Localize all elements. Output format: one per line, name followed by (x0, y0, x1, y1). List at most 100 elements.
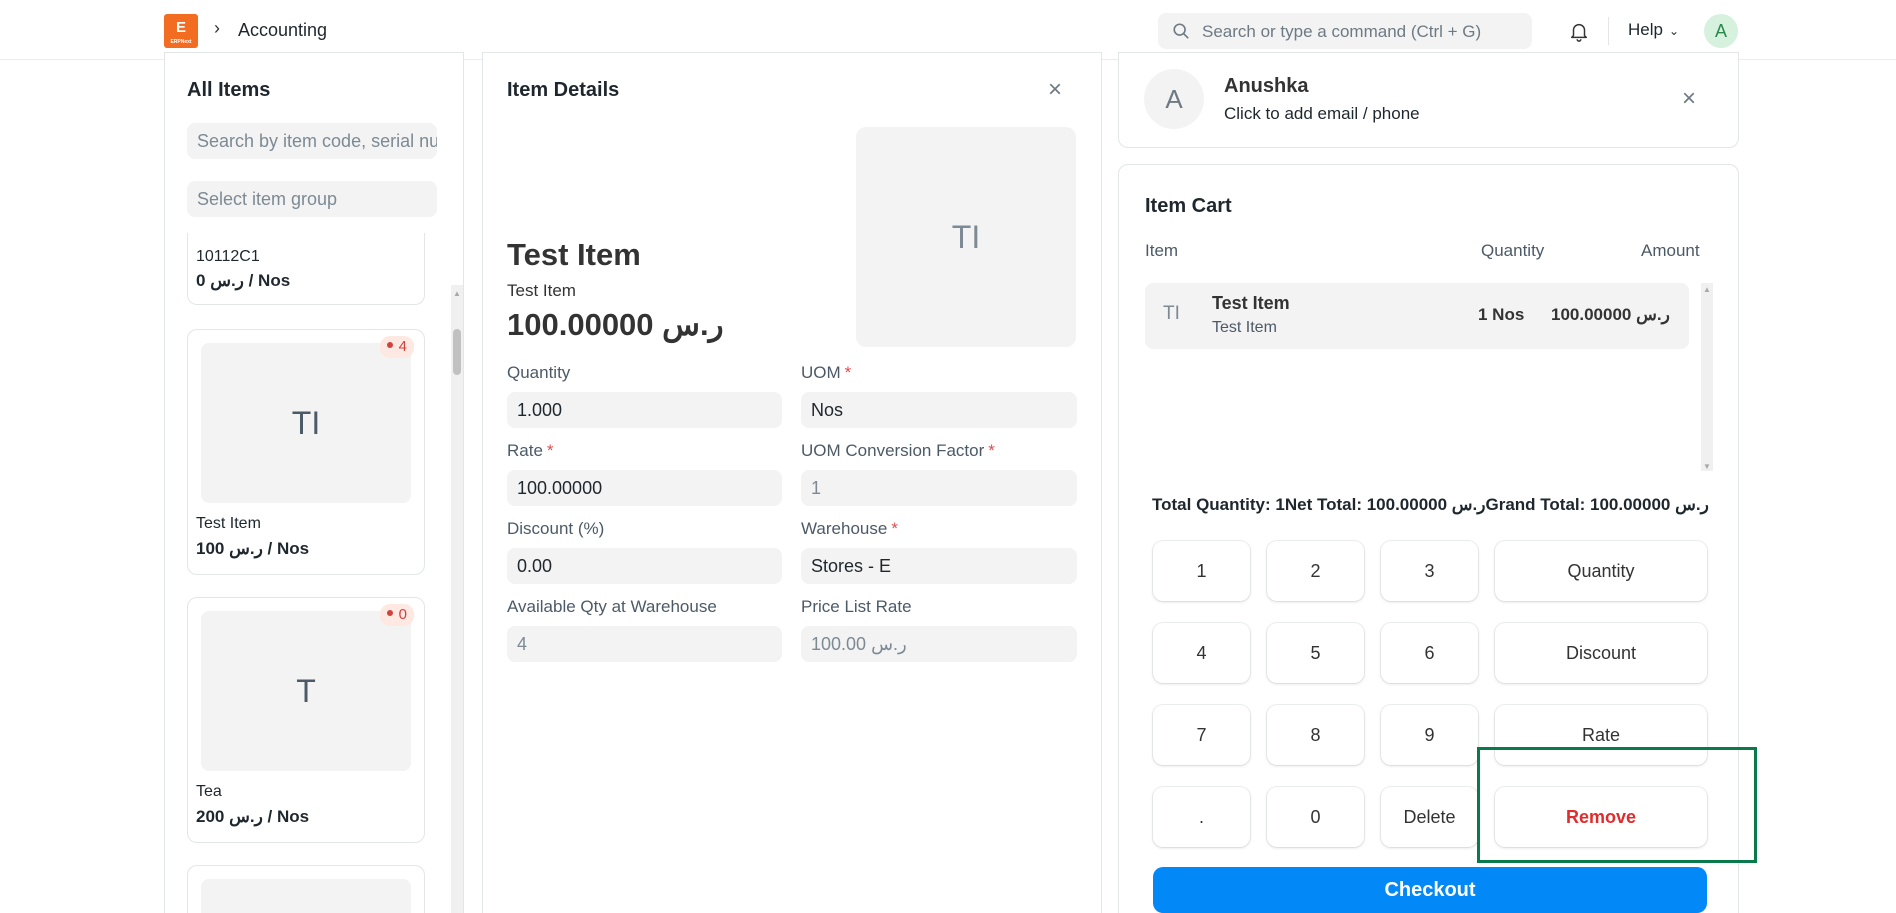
stock-dot-icon (386, 610, 393, 617)
numpad-6-button[interactable]: 6 (1381, 623, 1478, 683)
close-icon[interactable]: × (1048, 78, 1062, 102)
item-card-name: Test Item (196, 515, 261, 532)
price-list-rate-label: Price List Rate (801, 597, 912, 616)
discount-input[interactable]: 0.00 (507, 548, 782, 584)
delete-button[interactable]: Delete (1381, 787, 1478, 847)
item-card-image: T (201, 611, 411, 771)
customer-avatar: A (1144, 69, 1204, 129)
uom-input[interactable]: Nos (801, 392, 1077, 428)
numpad-dot-button[interactable]: . (1153, 787, 1250, 847)
item-card-image: TI (201, 343, 411, 503)
app-logo[interactable]: E ERPNext (164, 14, 198, 48)
numpad-4-button[interactable]: 4 (1153, 623, 1250, 683)
item-card[interactable]: 10112C1 0 ر.س / Nos (187, 233, 425, 305)
help-dropdown[interactable]: Help ⌄ (1628, 20, 1679, 40)
navbar: E ERPNext › Accounting Search or type a c… (0, 0, 1896, 60)
cart-row-qty: 1 Nos (1478, 305, 1525, 324)
cart-row-initials: TI (1163, 303, 1180, 324)
navbar-divider (1608, 17, 1609, 45)
numpad-3-button[interactable]: 3 (1381, 541, 1478, 601)
quantity-label: Quantity (507, 363, 571, 382)
items-panel-title: All Items (187, 79, 271, 101)
item-card-name: Tea (196, 783, 222, 800)
discount-mode-button[interactable]: Discount (1495, 623, 1707, 683)
uom-label-text: UOM (801, 363, 841, 382)
numpad-7-button[interactable]: 7 (1153, 705, 1250, 765)
numpad-1-button[interactable]: 1 (1153, 541, 1250, 601)
scroll-up-arrow-icon[interactable]: ▲ (1703, 285, 1711, 294)
required-mark: * (988, 441, 995, 460)
cart-col-item: Item (1145, 241, 1179, 260)
quantity-input[interactable]: 1.000 (507, 392, 782, 428)
item-card[interactable] (187, 865, 425, 913)
item-card[interactable]: T 0 Tea 200 ر.س / Nos (187, 597, 425, 843)
scroll-up-arrow-icon[interactable]: ▲ (453, 289, 461, 298)
item-image: TI (856, 127, 1076, 347)
item-name-heading: Test Item (507, 237, 641, 272)
logo-letter: E (175, 19, 186, 36)
user-avatar[interactable]: A (1704, 14, 1738, 48)
uom-conversion-input[interactable]: 1 (801, 470, 1077, 506)
item-cart-title: Item Cart (1145, 195, 1232, 217)
cart-row-name: Test Item (1212, 293, 1290, 313)
numpad-9-button[interactable]: 9 (1381, 705, 1478, 765)
item-search-input[interactable]: Search by item code, serial number or ba… (187, 123, 437, 159)
item-card-name: 10112C1 (196, 248, 260, 265)
customer-panel[interactable]: A Anushka Click to add email / phone × (1118, 52, 1739, 148)
available-qty-label: Available Qty at Warehouse (507, 597, 717, 616)
stock-count: 4 (398, 338, 407, 355)
required-mark: * (844, 363, 852, 382)
item-details-title: Item Details (507, 79, 620, 101)
warehouse-input[interactable]: Stores - E (801, 548, 1077, 584)
rate-label: Rate * (507, 441, 554, 461)
cart-scrollbar[interactable]: ▲ ▼ (1701, 283, 1713, 471)
search-icon (1173, 23, 1189, 39)
stock-badge: 0 (379, 604, 414, 626)
required-mark: * (546, 441, 554, 460)
warehouse-label-text: Warehouse (801, 519, 888, 538)
item-details-panel: Item Details × TI Test Item Test Item 10… (482, 52, 1102, 913)
cart-totals: Total Quantity: 1Net Total: 100.00000 ر.… (1152, 495, 1709, 514)
rate-label-text: Rate (507, 441, 543, 460)
item-card[interactable]: TI 4 Test Item 100 ر.س / Nos (187, 329, 425, 575)
uom-conversion-label-text: UOM Conversion Factor (801, 441, 985, 460)
numpad-2-button[interactable]: 2 (1267, 541, 1364, 601)
warehouse-label: Warehouse * (801, 519, 898, 539)
item-card-price: 0 ر.س / Nos (196, 271, 291, 290)
numpad-8-button[interactable]: 8 (1267, 705, 1364, 765)
highlight-box (1477, 747, 1757, 863)
customer-contact-hint[interactable]: Click to add email / phone (1224, 104, 1420, 124)
cart-col-quantity: Quantity (1481, 241, 1545, 260)
stock-count: 0 (398, 606, 407, 623)
scroll-down-arrow-icon[interactable]: ▼ (1703, 462, 1711, 471)
items-scrollbar[interactable] (451, 285, 463, 913)
cart-row-amount: 100.00000 ر.س (1551, 305, 1670, 324)
item-subtitle: Test Item (507, 281, 576, 300)
quantity-mode-button[interactable]: Quantity (1495, 541, 1707, 601)
discount-label: Discount (%) (507, 519, 605, 538)
available-qty-field: 4 (507, 626, 782, 662)
stock-dot-icon (386, 342, 393, 349)
item-card-price: 100 ر.س / Nos (196, 539, 310, 558)
notification-bell-icon[interactable] (1568, 20, 1590, 42)
breadcrumb-accounting[interactable]: Accounting (238, 20, 327, 41)
numpad-0-button[interactable]: 0 (1267, 787, 1364, 847)
customer-name: Anushka (1224, 75, 1309, 97)
chevron-right-icon: › (214, 18, 220, 38)
required-mark: * (891, 519, 898, 538)
chevron-down-icon: ⌄ (1668, 24, 1680, 38)
price-list-rate-field: 100.00 ر.س (801, 626, 1077, 662)
cart-row[interactable]: TI Test Item Test Item 1 Nos 100.00000 ر… (1145, 283, 1689, 349)
command-search-input[interactable]: Search or type a command (Ctrl + G) (1158, 13, 1532, 49)
cart-col-amount: Amount (1641, 241, 1700, 260)
items-scrollbar-thumb[interactable] (453, 329, 461, 375)
search-placeholder: Search or type a command (Ctrl + G) (1202, 22, 1482, 41)
uom-label: UOM * (801, 363, 851, 383)
close-icon[interactable]: × (1682, 87, 1696, 111)
rate-input[interactable]: 100.00000 (507, 470, 782, 506)
uom-conversion-label: UOM Conversion Factor * (801, 441, 995, 461)
numpad-5-button[interactable]: 5 (1267, 623, 1364, 683)
item-group-select[interactable]: Select item group (187, 181, 437, 217)
checkout-button[interactable]: Checkout (1153, 867, 1707, 913)
cart-row-subtitle: Test Item (1212, 319, 1277, 336)
